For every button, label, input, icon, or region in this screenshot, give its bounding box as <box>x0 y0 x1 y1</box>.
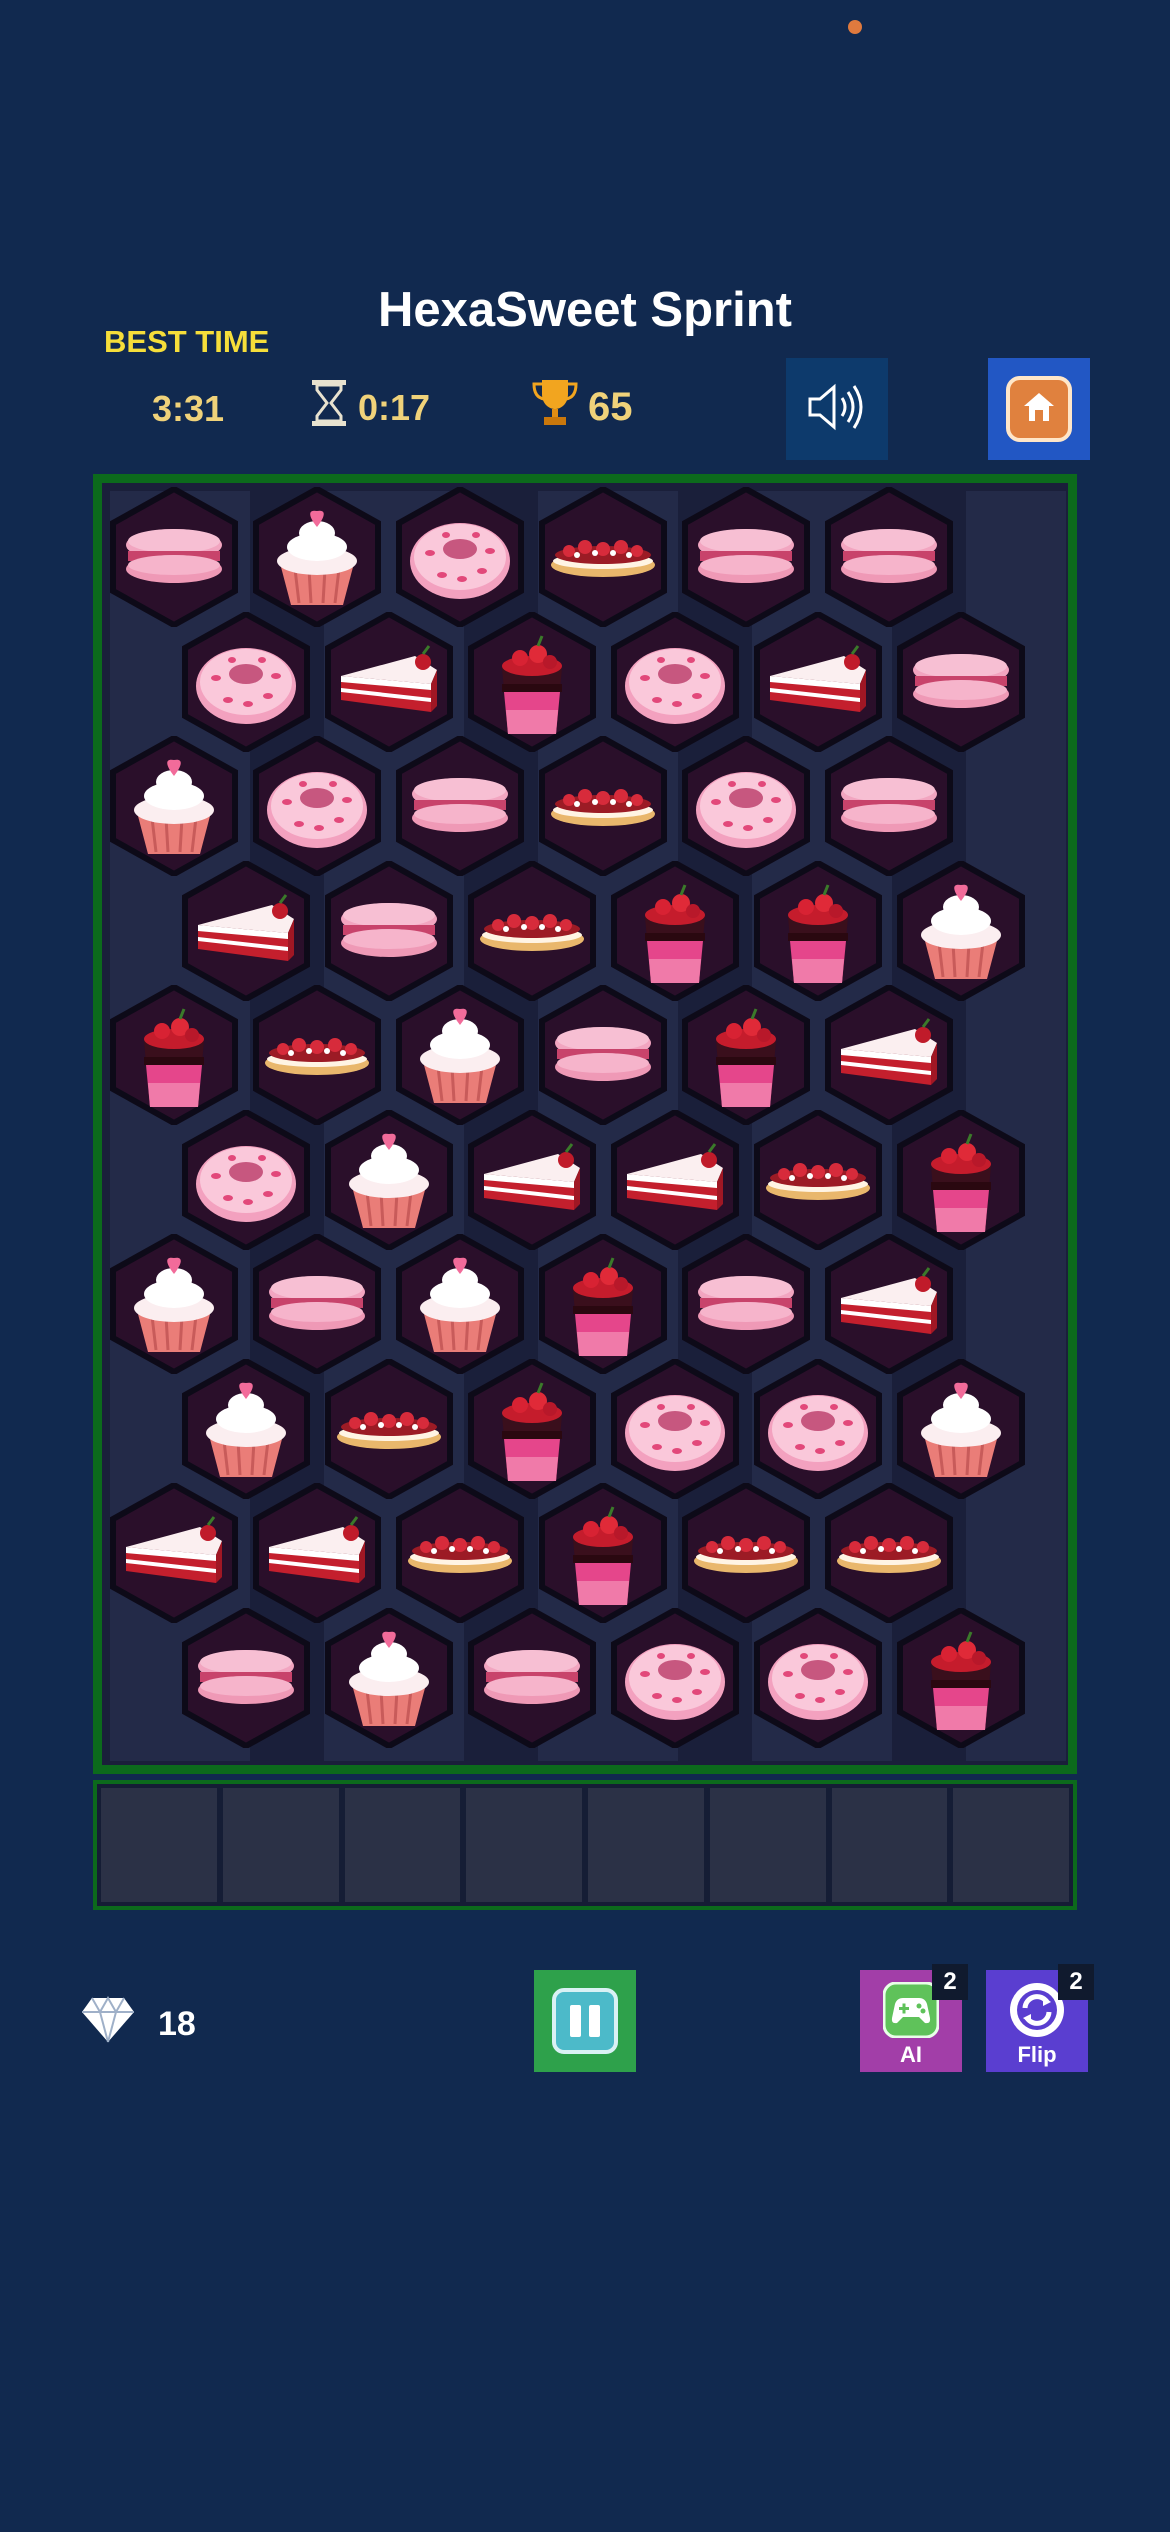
tile-cake[interactable] <box>819 985 959 1125</box>
tile-parfait[interactable] <box>533 1483 673 1623</box>
tile-macaron[interactable] <box>891 611 1031 752</box>
tile-macaron[interactable] <box>319 860 459 1001</box>
tile-donut[interactable] <box>748 1358 888 1499</box>
best-time-label: BEST TIME <box>104 324 270 359</box>
tile-macaron[interactable] <box>676 487 816 627</box>
flip-label: Flip <box>1017 2042 1057 2067</box>
tile-parfait[interactable] <box>605 860 745 1001</box>
diamond-icon <box>80 1995 136 2053</box>
tray-slot <box>344 1788 461 1902</box>
tile-parfait[interactable] <box>891 1109 1031 1250</box>
home-icon <box>1021 390 1057 429</box>
tile-macaron[interactable] <box>819 736 959 876</box>
tile-macaron[interactable] <box>390 736 530 876</box>
timer: 0:17 <box>310 378 430 437</box>
tile-donut[interactable] <box>176 1109 316 1250</box>
tile-donut[interactable] <box>748 1607 888 1748</box>
tile-parfait[interactable] <box>676 985 816 1125</box>
tile-cake[interactable] <box>247 1483 387 1623</box>
tile-eclair[interactable] <box>390 1483 530 1623</box>
tray-slot <box>222 1788 339 1902</box>
tile-eclair[interactable] <box>533 736 673 876</box>
tile-macaron[interactable] <box>819 487 959 627</box>
tile-cupcake[interactable] <box>390 1234 530 1374</box>
tile-cake[interactable] <box>819 1234 959 1374</box>
tray-slot <box>709 1788 826 1902</box>
trophy-icon <box>530 376 580 438</box>
tile-eclair[interactable] <box>319 1358 459 1499</box>
tray-slot <box>953 1788 1069 1902</box>
tile-parfait[interactable] <box>462 1358 602 1499</box>
tile-donut[interactable] <box>676 736 816 876</box>
tile-eclair[interactable] <box>748 1109 888 1250</box>
pause-icon <box>552 1988 618 2054</box>
tile-donut[interactable] <box>605 1358 745 1499</box>
tile-eclair[interactable] <box>462 860 602 1001</box>
tile-cupcake[interactable] <box>319 1109 459 1250</box>
tray-slot <box>466 1788 582 1902</box>
tile-donut[interactable] <box>176 611 316 752</box>
tile-macaron[interactable] <box>676 1234 816 1374</box>
tile-macaron[interactable] <box>533 985 673 1125</box>
tile-cupcake[interactable] <box>176 1358 316 1499</box>
gamepad-icon <box>882 1981 940 2043</box>
tile-parfait[interactable] <box>104 985 244 1125</box>
ai-label: AI <box>900 2042 922 2067</box>
tile-donut[interactable] <box>605 611 745 752</box>
game-board <box>93 474 1077 1774</box>
tile-cupcake[interactable] <box>319 1607 459 1748</box>
tile-cake[interactable] <box>319 611 459 752</box>
speaker-icon <box>806 382 868 437</box>
timer-value: 0:17 <box>358 386 431 428</box>
tile-cupcake[interactable] <box>891 860 1031 1001</box>
tray-slot <box>101 1788 217 1902</box>
ai-count-badge: 2 <box>932 1964 968 2000</box>
tile-cake[interactable] <box>605 1109 745 1250</box>
tile-cupcake[interactable] <box>390 985 530 1125</box>
ai-powerup-button[interactable]: AI 2 <box>860 1964 968 2072</box>
tile-cupcake[interactable] <box>891 1358 1031 1499</box>
tile-macaron[interactable] <box>176 1607 316 1748</box>
tile-cake[interactable] <box>104 1483 244 1623</box>
home-button[interactable] <box>988 358 1090 460</box>
tile-cake[interactable] <box>748 611 888 752</box>
tile-donut[interactable] <box>605 1607 745 1748</box>
flip-powerup-button[interactable]: Flip 2 <box>986 1964 1094 2072</box>
tile-parfait[interactable] <box>462 611 602 752</box>
score-value: 65 <box>588 384 633 429</box>
tile-donut[interactable] <box>247 736 387 876</box>
tile-macaron[interactable] <box>462 1607 602 1748</box>
tile-parfait[interactable] <box>533 1234 673 1374</box>
tile-cupcake[interactable] <box>104 736 244 876</box>
gems-count: 18 <box>158 2005 196 2043</box>
sound-button[interactable] <box>786 358 888 460</box>
tile-cupcake[interactable] <box>104 1234 244 1374</box>
score: 65 <box>530 376 633 438</box>
status-dot <box>848 20 862 34</box>
tile-parfait[interactable] <box>891 1607 1031 1748</box>
pause-button[interactable] <box>534 1970 636 2072</box>
tile-eclair[interactable] <box>533 487 673 627</box>
tile-eclair[interactable] <box>247 985 387 1125</box>
tile-eclair[interactable] <box>676 1483 816 1623</box>
tile-macaron[interactable] <box>104 487 244 627</box>
tile-cupcake[interactable] <box>247 487 387 627</box>
tray-slot <box>831 1788 948 1902</box>
tile-tray <box>93 1780 1077 1910</box>
hourglass-icon <box>310 378 348 437</box>
tile-parfait[interactable] <box>748 860 888 1001</box>
best-time-value: 3:31 <box>152 388 225 429</box>
tile-macaron[interactable] <box>247 1234 387 1374</box>
tile-eclair[interactable] <box>819 1483 959 1623</box>
tray-slot <box>588 1788 704 1902</box>
flip-count-badge: 2 <box>1058 1964 1094 2000</box>
gems-counter: 18 <box>80 1995 196 2053</box>
tile-donut[interactable] <box>390 487 530 627</box>
tile-cake[interactable] <box>462 1109 602 1250</box>
tile-cake[interactable] <box>176 860 316 1001</box>
